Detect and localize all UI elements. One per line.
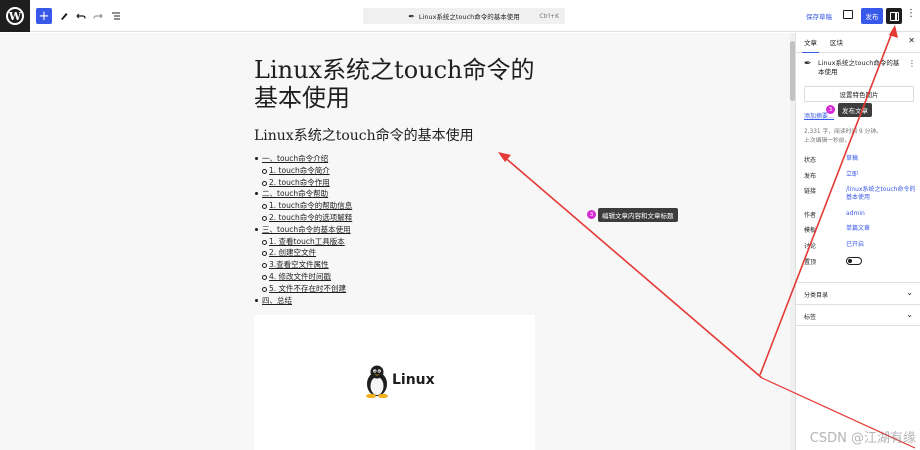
- link-value[interactable]: /linux系统之touch命令的基本使用: [846, 186, 916, 202]
- edit-content-tooltip: 编辑文章内容和文章标题: [598, 208, 678, 222]
- tags-panel-label: 标签: [804, 314, 817, 321]
- redo-icon: [93, 13, 103, 19]
- image-linux-text: Linux: [392, 372, 435, 388]
- sticky-label: 置顶: [804, 259, 817, 266]
- toc-item[interactable]: 1. touch命令的帮助信息: [254, 200, 544, 212]
- chevron-down-icon: ⌄: [906, 288, 913, 297]
- wordpress-icon: W: [6, 7, 24, 25]
- post-quill-icon: ✒: [804, 59, 812, 69]
- publish-label: 发布: [804, 173, 817, 180]
- categories-panel[interactable]: 分类目录 ⌄: [796, 282, 920, 304]
- sticky-toggle[interactable]: [846, 257, 862, 265]
- link-label: 链接: [804, 188, 817, 195]
- status-label: 状态: [804, 157, 817, 164]
- chevron-down-icon: ⌄: [906, 310, 913, 319]
- toc-item[interactable]: 2. touch命令的选项解释: [254, 212, 544, 224]
- annotation-badge-publish: 3: [826, 105, 835, 114]
- tools-button[interactable]: [56, 8, 72, 24]
- post-heading[interactable]: Linux系统之touch命令的基本使用: [254, 128, 544, 145]
- toc-item[interactable]: 4. 修改文件时间戳: [254, 271, 544, 283]
- tab-block[interactable]: 区块: [830, 37, 843, 47]
- undo-button[interactable]: [73, 8, 89, 24]
- publish-value[interactable]: 立即: [846, 171, 916, 179]
- settings-toggle-button[interactable]: [886, 8, 902, 24]
- word-count-text: 2,331 字，阅读时间 9 分钟。: [804, 129, 882, 135]
- command-palette-bar[interactable]: ✒ Linux系统之touch命令的基本使用 Ctrl+K: [363, 8, 565, 24]
- tab-post[interactable]: 文章: [802, 37, 819, 53]
- template-label: 模板: [804, 227, 817, 234]
- command-bar-title: Linux系统之touch命令的基本使用: [418, 13, 520, 21]
- set-featured-image-button[interactable]: 设置特色图片: [804, 86, 914, 102]
- toc-item[interactable]: 四、总结: [254, 295, 544, 307]
- close-icon[interactable]: ✕: [908, 36, 915, 45]
- categories-panel-label: 分类目录: [804, 292, 829, 299]
- csdn-watermark: CSDN @江湖有缘: [809, 431, 916, 446]
- sidebar-post-title: Linux系统之touch命令的基本使用: [818, 59, 900, 76]
- redo-button[interactable]: [90, 8, 106, 24]
- badge-number: 3: [828, 106, 833, 113]
- template-value[interactable]: 单篇文章: [846, 225, 916, 233]
- toc-item[interactable]: 1. touch命令简介: [254, 165, 544, 177]
- more-options-icon[interactable]: ⋮: [906, 9, 916, 19]
- pen-icon: [61, 13, 68, 20]
- image-block[interactable]: Linux: [254, 315, 535, 450]
- toc-item[interactable]: 二、touch命令帮助: [254, 188, 544, 200]
- toggle-knob: [848, 259, 852, 263]
- toc-item[interactable]: 1. 查看touch工具版本: [254, 236, 544, 248]
- table-of-contents: 一、touch命令介绍 1. touch命令简介 2. touch命令作用 二、tou…: [254, 153, 544, 306]
- author-value[interactable]: admin: [846, 210, 916, 218]
- preview-icon[interactable]: [843, 10, 853, 19]
- tux-penguin-icon: [366, 365, 388, 398]
- plus-icon: +: [38, 8, 50, 24]
- sidebar-tabs: 文章 区块 ✕: [796, 33, 920, 53]
- badge-number: 3: [589, 211, 594, 218]
- tags-panel[interactable]: 标签 ⌄: [796, 304, 920, 326]
- toc-item[interactable]: 2. 创建空文件: [254, 247, 544, 259]
- document-overview-button[interactable]: [108, 8, 124, 24]
- undo-icon: [76, 13, 86, 19]
- annotation-badge-edit: 3: [587, 210, 596, 219]
- wordpress-logo-button[interactable]: W: [0, 0, 30, 32]
- command-bar-shortcut: Ctrl+K: [539, 12, 559, 20]
- author-label: 作者: [804, 212, 817, 219]
- post-title[interactable]: Linux系统之touch命令的基本使用: [254, 56, 544, 112]
- discussion-label: 讨论: [804, 243, 817, 250]
- editor-canvas[interactable]: Linux系统之touch命令的基本使用 Linux系统之touch命令的基本使…: [0, 33, 790, 450]
- add-block-button[interactable]: +: [36, 8, 52, 24]
- post-quill-icon: ✒: [408, 11, 415, 21]
- toc-item[interactable]: 5. 文件不存在时不创建: [254, 283, 544, 295]
- post-actions-icon[interactable]: ⋮: [908, 59, 916, 68]
- toc-item[interactable]: 2. touch命令作用: [254, 177, 544, 189]
- last-edited-text: 上次编辑一秒前。: [804, 138, 851, 144]
- toc-item[interactable]: 一、touch命令介绍: [254, 153, 544, 165]
- list-view-icon: [112, 12, 120, 20]
- toc-item[interactable]: 3.查看空文件属性: [254, 259, 544, 271]
- save-draft-button[interactable]: 保存草稿: [806, 11, 832, 21]
- publish-article-tooltip: 发布文章: [838, 103, 872, 117]
- publish-button[interactable]: 发布: [861, 8, 883, 24]
- toc-item[interactable]: 三、touch命令的基本使用: [254, 224, 544, 236]
- sidebar-icon: [889, 11, 899, 21]
- status-value[interactable]: 草稿: [846, 155, 916, 163]
- settings-sidebar: 文章 区块 ✕ ✒ Linux系统之touch命令的基本使用 ⋮ 设置特色图片 …: [795, 33, 920, 450]
- editor-toolbar: W + ✒ Linux系统之touch命令的基本使用 Ctrl+K 保存草稿 发…: [0, 0, 920, 32]
- discussion-value[interactable]: 已开启: [846, 241, 916, 249]
